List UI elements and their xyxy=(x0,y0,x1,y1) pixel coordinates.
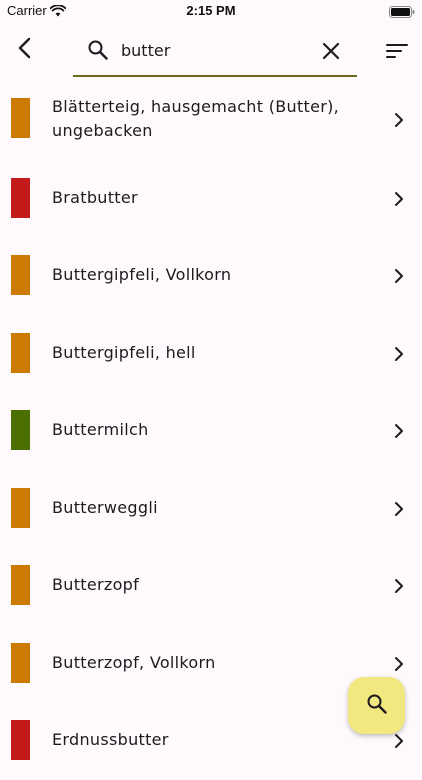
list-item[interactable]: Blätterteig, hausgemacht (Butter), ungeb… xyxy=(0,82,422,160)
chevron-right-icon xyxy=(393,346,405,362)
search-input[interactable] xyxy=(121,37,311,63)
list-item-label: Buttermilch xyxy=(52,420,149,439)
chevron-right-icon xyxy=(393,191,405,207)
search-icon xyxy=(366,693,388,719)
chevron-right-icon xyxy=(393,656,405,672)
list-item-label: Erdnussbutter xyxy=(52,730,169,749)
list-item-label: Buttergipfeli, Vollkorn xyxy=(52,265,232,284)
list-item[interactable]: Buttergipfeli, Vollkorn xyxy=(0,237,422,315)
list-item[interactable]: Bratbutter xyxy=(0,160,422,238)
clear-search-button[interactable] xyxy=(319,39,343,63)
list-item[interactable]: Buttergipfeli, hell xyxy=(0,315,422,393)
category-color-swatch xyxy=(11,177,30,218)
list-item-label: Butterzopf xyxy=(52,575,140,594)
sort-button[interactable] xyxy=(384,38,410,64)
list-item-label: Butterzopf, Vollkorn xyxy=(52,652,216,672)
chevron-right-icon xyxy=(393,501,405,517)
search-field[interactable] xyxy=(73,28,357,77)
category-color-swatch xyxy=(11,720,30,760)
chevron-right-icon xyxy=(393,268,405,284)
category-color-swatch xyxy=(11,98,30,138)
category-color-swatch xyxy=(11,565,30,605)
list-item[interactable]: Butterzopf xyxy=(0,547,422,625)
search-fab-button[interactable] xyxy=(348,677,405,734)
search-toolbar xyxy=(0,24,422,80)
list-item[interactable]: Buttermilch xyxy=(0,392,422,470)
list-item[interactable]: Butterweggli xyxy=(0,470,422,548)
chevron-right-icon xyxy=(393,733,405,749)
status-time: 2:15 PM xyxy=(186,3,236,18)
category-color-swatch xyxy=(11,642,30,683)
status-bar: Carrier 2:15 PM xyxy=(0,0,422,24)
list-item-label: Blätterteig, hausgemacht (Butter), ungeb… xyxy=(52,97,340,140)
list-item-label: Buttergipfeli, hell xyxy=(52,342,196,362)
category-color-swatch xyxy=(11,410,30,450)
category-color-swatch xyxy=(11,332,30,373)
list-item-label: Butterweggli xyxy=(52,497,158,517)
chevron-right-icon xyxy=(393,423,405,439)
chevron-right-icon xyxy=(393,578,405,594)
sort-icon xyxy=(384,44,410,68)
back-button[interactable] xyxy=(8,32,40,68)
battery-icon xyxy=(389,5,415,23)
search-icon xyxy=(87,39,109,65)
category-color-swatch xyxy=(11,255,30,295)
list-item-label: Bratbutter xyxy=(52,187,138,207)
back-arrow-icon xyxy=(17,37,31,63)
close-icon xyxy=(319,42,343,67)
results-list: Blätterteig, hausgemacht (Butter), ungeb… xyxy=(0,82,422,780)
category-color-swatch xyxy=(11,487,30,528)
chevron-right-icon xyxy=(393,112,405,128)
